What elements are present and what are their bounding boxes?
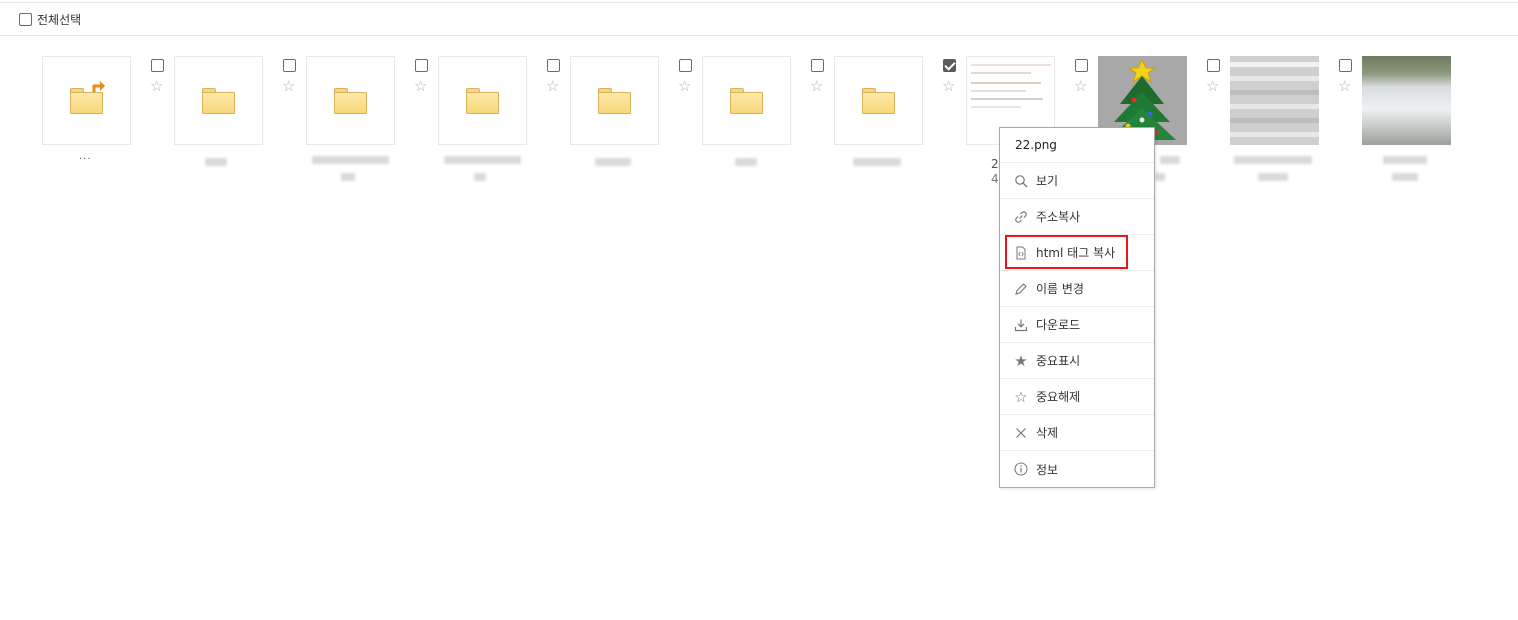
menu-item-label: 삭제 (1036, 426, 1059, 440)
highlight-box (1005, 235, 1128, 269)
file-name-blurred (853, 158, 901, 166)
menu-item-label: 다운로드 (1036, 318, 1081, 332)
item-checkbox[interactable] (1207, 59, 1220, 72)
folder-thumb[interactable] (306, 56, 395, 145)
menu-item-delete[interactable]: 삭제 (1000, 415, 1154, 451)
folder-thumb[interactable] (174, 56, 263, 145)
folder-icon (862, 87, 895, 114)
document-thumbnail (1230, 56, 1319, 145)
top-border (0, 2, 1518, 3)
file-name-blurred (1155, 173, 1165, 181)
item-checkbox[interactable] (283, 59, 296, 72)
file-name-blurred (1258, 173, 1288, 181)
toolbar-divider (0, 35, 1518, 36)
photo-thumbnail (1362, 56, 1451, 145)
star-outline-icon[interactable]: ☆ (678, 79, 691, 94)
star-outline-icon[interactable]: ☆ (1074, 79, 1087, 94)
star-outline-icon[interactable]: ☆ (414, 79, 427, 94)
folder-up-icon (70, 80, 105, 114)
link-icon (1014, 210, 1028, 224)
star-outline-icon: ☆ (1014, 387, 1028, 406)
menu-item-label: 정보 (1036, 462, 1059, 477)
file-name-blurred (1392, 173, 1418, 181)
up-arrow-icon (92, 80, 105, 92)
file-name-blurred (595, 158, 631, 166)
menu-item-mark-important[interactable]: ★ 중요표시 (1000, 343, 1154, 379)
folder-icon (202, 87, 235, 114)
folder-icon (598, 87, 631, 114)
star-outline-icon[interactable]: ☆ (282, 79, 295, 94)
star-outline-icon[interactable]: ☆ (150, 79, 163, 94)
file-name-blurred (1383, 156, 1427, 164)
folder-icon (730, 87, 763, 114)
image-thumb[interactable] (1230, 56, 1319, 145)
download-icon (1014, 318, 1028, 332)
file-name-blurred (205, 158, 227, 166)
menu-item-label: 중요표시 (1036, 354, 1081, 368)
info-icon (1014, 462, 1028, 476)
file-name-blurred (312, 156, 389, 164)
menu-item-copy-html-tag[interactable]: html 태그 복사 (1000, 235, 1154, 271)
file-name-blurred (474, 173, 486, 181)
select-all-checkbox[interactable] (19, 12, 32, 26)
parent-folder-label: ... (79, 151, 92, 162)
folder-thumb[interactable] (438, 56, 527, 145)
close-icon (1014, 426, 1028, 440)
menu-item-copy-address[interactable]: 주소복사 (1000, 199, 1154, 235)
item-checkbox[interactable] (1339, 59, 1352, 72)
item-checkbox-checked[interactable] (943, 59, 956, 72)
item-checkbox[interactable] (679, 59, 692, 72)
star-outline-icon[interactable]: ☆ (942, 79, 955, 94)
menu-item-unmark-important[interactable]: ☆ 중요해제 (1000, 379, 1154, 415)
star-outline-icon[interactable]: ☆ (1338, 79, 1351, 94)
context-menu-title: 22.png (1000, 128, 1154, 163)
menu-item-view[interactable]: 보기 (1000, 163, 1154, 199)
item-checkbox[interactable] (415, 59, 428, 72)
file-name-blurred (735, 158, 757, 166)
folder-thumb[interactable] (570, 56, 659, 145)
file-name-blurred (1160, 156, 1180, 164)
menu-item-label: 보기 (1036, 174, 1059, 188)
context-menu: 22.png 보기 주소복사 html 태그 복사 이름 변경 다운로드 ★ 중… (999, 127, 1155, 488)
search-icon (1014, 174, 1028, 188)
image-thumb[interactable] (1362, 56, 1451, 145)
file-name-blurred (444, 156, 521, 164)
folder-icon (466, 87, 499, 114)
menu-item-rename[interactable]: 이름 변경 (1000, 271, 1154, 307)
item-checkbox[interactable] (1075, 59, 1088, 72)
star-outline-icon[interactable]: ☆ (1206, 79, 1219, 94)
folder-thumb[interactable] (834, 56, 923, 145)
toolbar: 전체선택 (19, 9, 81, 29)
folder-thumb[interactable] (702, 56, 791, 145)
item-checkbox[interactable] (547, 59, 560, 72)
star-outline-icon[interactable]: ☆ (810, 79, 823, 94)
menu-item-info[interactable]: 정보 (1000, 451, 1154, 487)
file-name-blurred (1234, 156, 1312, 164)
folder-icon (334, 87, 367, 114)
parent-folder-thumb[interactable] (42, 56, 131, 145)
item-checkbox[interactable] (151, 59, 164, 72)
menu-item-label: 중요해제 (1036, 390, 1081, 404)
menu-item-label: 주소복사 (1036, 210, 1081, 224)
menu-item-download[interactable]: 다운로드 (1000, 307, 1154, 343)
file-name-blurred (341, 173, 355, 181)
menu-item-label: 이름 변경 (1036, 282, 1084, 296)
select-all-label[interactable]: 전체선택 (37, 11, 81, 28)
item-checkbox[interactable] (811, 59, 824, 72)
star-filled-icon: ★ (1014, 351, 1028, 370)
star-outline-icon[interactable]: ☆ (546, 79, 559, 94)
pencil-icon (1014, 282, 1028, 296)
